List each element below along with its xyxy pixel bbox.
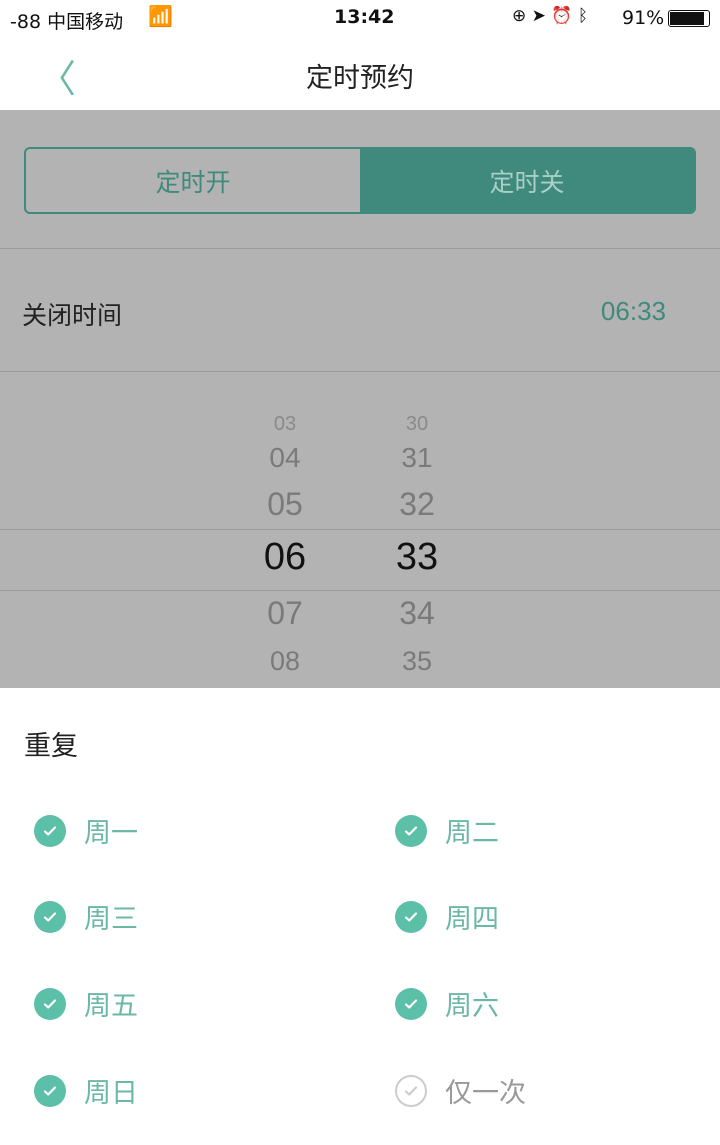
check-circle-filled-icon bbox=[34, 814, 66, 847]
check-circle-filled-icon bbox=[395, 900, 427, 933]
repeat-option[interactable]: 周六 bbox=[395, 984, 499, 1023]
close-time-label: 关闭时间 bbox=[22, 301, 123, 330]
picker-item[interactable]: 31 bbox=[377, 442, 457, 474]
check-circle-filled-icon bbox=[395, 814, 427, 847]
status-bar: -88 中国移动 📶 13:42 ⊕ ➤ ⏰ ᛒ 91% bbox=[0, 0, 720, 36]
repeat-option[interactable]: 周四 bbox=[395, 897, 499, 936]
battery-icon bbox=[668, 10, 710, 27]
carrier: -88 中国移动 bbox=[10, 11, 124, 33]
repeat-option[interactable]: 周一 bbox=[34, 811, 138, 850]
close-time-value[interactable]: 06:33 bbox=[601, 296, 666, 327]
picker-item[interactable]: 04 bbox=[245, 442, 325, 474]
repeat-option-label: 周三 bbox=[84, 904, 138, 935]
picker-item[interactable]: 30 bbox=[377, 413, 457, 436]
check-circle-filled-icon bbox=[395, 987, 427, 1020]
picker-item[interactable]: 05 bbox=[245, 486, 325, 523]
check-circle-filled-icon bbox=[34, 987, 66, 1020]
clock: 13:42 bbox=[334, 6, 395, 28]
picker-item[interactable]: 08 bbox=[245, 646, 325, 677]
divider bbox=[0, 371, 720, 372]
repeat-option-label: 周二 bbox=[445, 818, 499, 849]
picker-item-selected[interactable]: 33 bbox=[377, 536, 457, 579]
status-icons: ⊕ ➤ ⏰ ᛒ bbox=[512, 6, 589, 26]
repeat-option-label: 周一 bbox=[84, 818, 138, 849]
picker-selection-bottom bbox=[0, 590, 720, 591]
battery-percent: 91% bbox=[622, 7, 665, 29]
repeat-option[interactable]: 周日 bbox=[34, 1071, 138, 1110]
repeat-option[interactable]: 周三 bbox=[34, 897, 138, 936]
repeat-option[interactable]: 仅一次 bbox=[395, 1071, 526, 1110]
picker-item[interactable]: 32 bbox=[377, 486, 457, 523]
picker-item[interactable]: 03 bbox=[245, 413, 325, 436]
nav-bar: 〈 定时预约 bbox=[0, 36, 720, 110]
picker-item[interactable]: 34 bbox=[377, 595, 457, 632]
picker-item[interactable]: 07 bbox=[245, 595, 325, 632]
repeat-option[interactable]: 周五 bbox=[34, 984, 138, 1023]
tab-timer-on[interactable]: 定时开 bbox=[26, 149, 360, 212]
page-title: 定时预约 bbox=[306, 63, 414, 94]
picker-selection-top bbox=[0, 529, 720, 530]
repeat-option-label: 周五 bbox=[84, 991, 138, 1022]
dimmed-overlay: 定时开 定时关 关闭时间 06:33 03 04 05 06 07 08 30 … bbox=[0, 110, 720, 688]
wifi-icon: 📶 bbox=[148, 4, 173, 28]
mode-segmented-control: 定时开 定时关 bbox=[24, 147, 696, 214]
repeat-option-label: 仅一次 bbox=[445, 1078, 526, 1109]
repeat-option[interactable]: 周二 bbox=[395, 811, 499, 850]
check-circle-filled-icon bbox=[34, 1074, 66, 1107]
repeat-option-label: 周日 bbox=[84, 1078, 138, 1109]
repeat-title: 重复 bbox=[24, 731, 78, 762]
picker-item[interactable]: 35 bbox=[377, 646, 457, 677]
repeat-option-label: 周四 bbox=[445, 904, 499, 935]
check-circle-outline-icon bbox=[395, 1074, 427, 1107]
picker-item-selected[interactable]: 06 bbox=[245, 536, 325, 579]
repeat-option-label: 周六 bbox=[445, 991, 499, 1022]
tab-timer-off[interactable]: 定时关 bbox=[360, 149, 694, 212]
divider bbox=[0, 248, 720, 249]
check-circle-filled-icon bbox=[34, 900, 66, 933]
